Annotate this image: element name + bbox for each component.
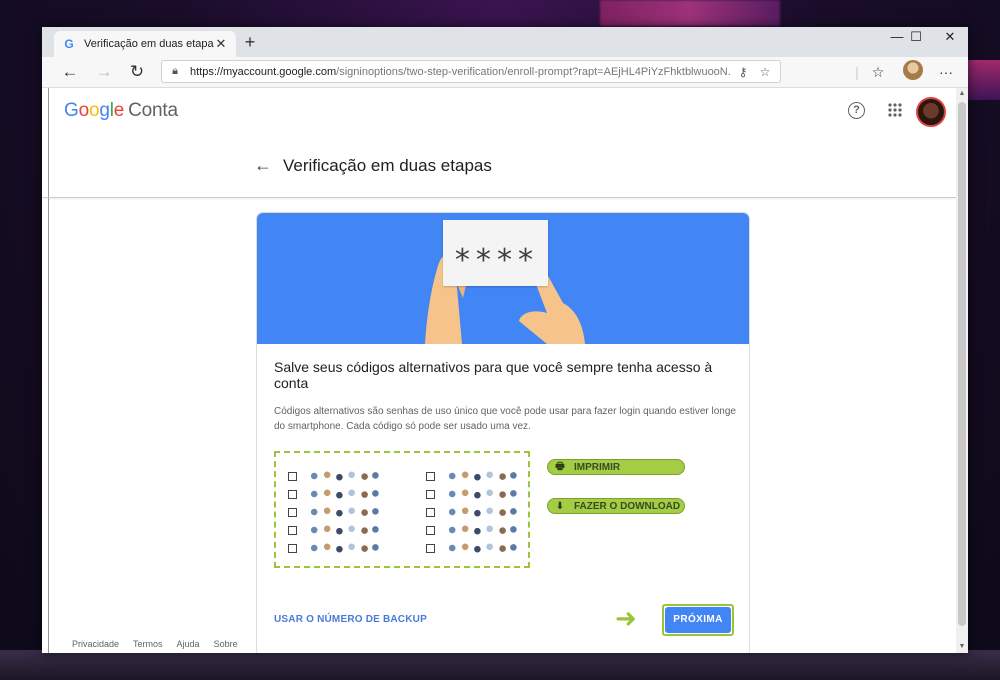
hidden-code-stars: **** (453, 243, 538, 278)
hero-illustration: **** (257, 213, 749, 344)
obscured-code (445, 488, 517, 500)
code-checkbox[interactable] (288, 471, 297, 481)
download-icon: ⬇ (555, 500, 565, 512)
codes-column-left (288, 467, 379, 557)
scroll-up-icon[interactable]: ▲ (956, 88, 968, 100)
code-checkbox[interactable] (426, 507, 435, 517)
download-label: FAZER O DOWNLOAD (574, 500, 681, 512)
obscured-code (307, 488, 379, 500)
arrow-pointer-icon: ➜ (615, 603, 637, 633)
footer-link-privacy[interactable]: Privacidade (72, 639, 119, 649)
codes-column-right (426, 467, 517, 557)
google-apps-icon[interactable] (884, 102, 906, 124)
code-checkbox[interactable] (426, 489, 435, 499)
reload-icon[interactable]: ↻ (126, 62, 148, 82)
obscured-code (445, 524, 517, 536)
card-title: Salve seus códigos alternativos para que… (274, 359, 713, 391)
download-button[interactable]: ⬇ FAZER O DOWNLOAD (547, 498, 685, 514)
page-scrollbar[interactable]: ▲ ▼ (956, 88, 968, 653)
browser-tab-active[interactable]: G Verificação em duas etapas ✕ (54, 31, 236, 57)
code-item (288, 539, 379, 557)
scroll-thumb[interactable] (958, 102, 966, 626)
code-checkbox[interactable] (426, 525, 435, 535)
footer-link-about[interactable]: Sobre (214, 639, 238, 649)
background-neon-light (965, 60, 1000, 100)
help-icon[interactable]: ? (848, 102, 865, 119)
print-label: IMPRIMIR (574, 461, 621, 473)
background-neon-sign (600, 0, 780, 26)
address-bar[interactable]: 🔒︎ https://myaccount.google.com/signinop… (161, 60, 781, 83)
more-options-icon[interactable]: ··· (935, 63, 957, 83)
next-button[interactable]: PRÓXIMA (665, 607, 731, 633)
code-checkbox[interactable] (288, 525, 297, 535)
code-checkbox[interactable] (288, 489, 297, 499)
add-favorite-icon[interactable]: ☆ (756, 65, 774, 79)
logo-product-name: Conta (128, 100, 178, 121)
new-tab-button[interactable]: + (240, 32, 260, 52)
background-floor (0, 650, 1000, 680)
favorites-icon[interactable]: ☆ (867, 63, 889, 83)
key-icon[interactable]: ⚷ (734, 65, 752, 79)
backup-codes-box (274, 451, 530, 568)
google-favicon-icon: G (64, 37, 74, 51)
page-content: Google Conta ? ← Verificação em duas etap… (42, 88, 956, 653)
logo-letter: G (64, 100, 79, 121)
obscured-code (445, 470, 517, 482)
printer-icon: 🖶︎ (555, 460, 565, 472)
toolbar-separator: | (855, 64, 859, 80)
footer-links: Privacidade Termos Ajuda Sobre (72, 639, 238, 649)
code-checkbox[interactable] (288, 543, 297, 553)
back-icon[interactable]: ← (59, 62, 81, 82)
code-item (288, 485, 379, 503)
obscured-code (307, 470, 379, 482)
footer-link-terms[interactable]: Termos (133, 639, 163, 649)
scroll-down-icon[interactable]: ▼ (956, 641, 968, 653)
code-item (288, 467, 379, 485)
code-checkbox[interactable] (426, 543, 435, 553)
code-item (426, 467, 517, 485)
page-title: Verificação em duas etapas (283, 156, 492, 175)
browser-toolbar: ← → ↻ 🔒︎ https://myaccount.google.com/si… (42, 57, 968, 88)
browser-window: G Verificação em duas etapas ✕ + — ☐ ✕ ←… (42, 27, 968, 653)
footer-link-help[interactable]: Ajuda (177, 639, 200, 649)
obscured-code (307, 524, 379, 536)
obscured-code (307, 542, 379, 554)
code-item (426, 485, 517, 503)
obscured-code (445, 506, 517, 518)
code-item (426, 503, 517, 521)
logo-letter: e (113, 100, 125, 121)
use-backup-number-link[interactable]: USAR O NÚMERO DE BACKUP (274, 614, 427, 625)
tab-close-icon[interactable]: ✕ (214, 36, 228, 52)
code-checkbox[interactable] (426, 471, 435, 481)
tab-title: Verificação em duas etapas (84, 38, 214, 50)
obscured-code (445, 542, 517, 554)
print-button[interactable]: 🖶︎ IMPRIMIR (547, 459, 685, 475)
code-checkbox[interactable] (288, 507, 297, 517)
google-account-logo[interactable]: Google Conta (64, 100, 178, 122)
page-subheader: ← Verificação em duas etapas (42, 139, 956, 198)
url-text: https://myaccount.google.com/signinoptio… (190, 65, 730, 78)
logo-letter: o (78, 100, 90, 121)
maximize-icon[interactable]: ☐ (899, 27, 933, 49)
logo-letter: g (99, 100, 110, 121)
code-item (288, 503, 379, 521)
obscured-code (307, 506, 379, 518)
code-item (426, 539, 517, 557)
account-avatar[interactable] (916, 97, 946, 127)
back-arrow-icon[interactable]: ← (254, 155, 272, 176)
lock-icon: 🔒︎ (172, 65, 178, 77)
card-description: Códigos alternativos são senhas de uso ú… (274, 406, 736, 432)
backup-codes-card: **** Salve seus códigos alternativos par… (256, 212, 750, 653)
window-close-icon[interactable]: ✕ (933, 27, 967, 49)
code-item (288, 521, 379, 539)
browser-profile-avatar[interactable] (903, 60, 923, 80)
tab-strip: G Verificação em duas etapas ✕ + — ☐ ✕ (42, 27, 968, 57)
code-item (426, 521, 517, 539)
forward-icon[interactable]: → (93, 62, 115, 82)
logo-letter: o (88, 100, 100, 121)
